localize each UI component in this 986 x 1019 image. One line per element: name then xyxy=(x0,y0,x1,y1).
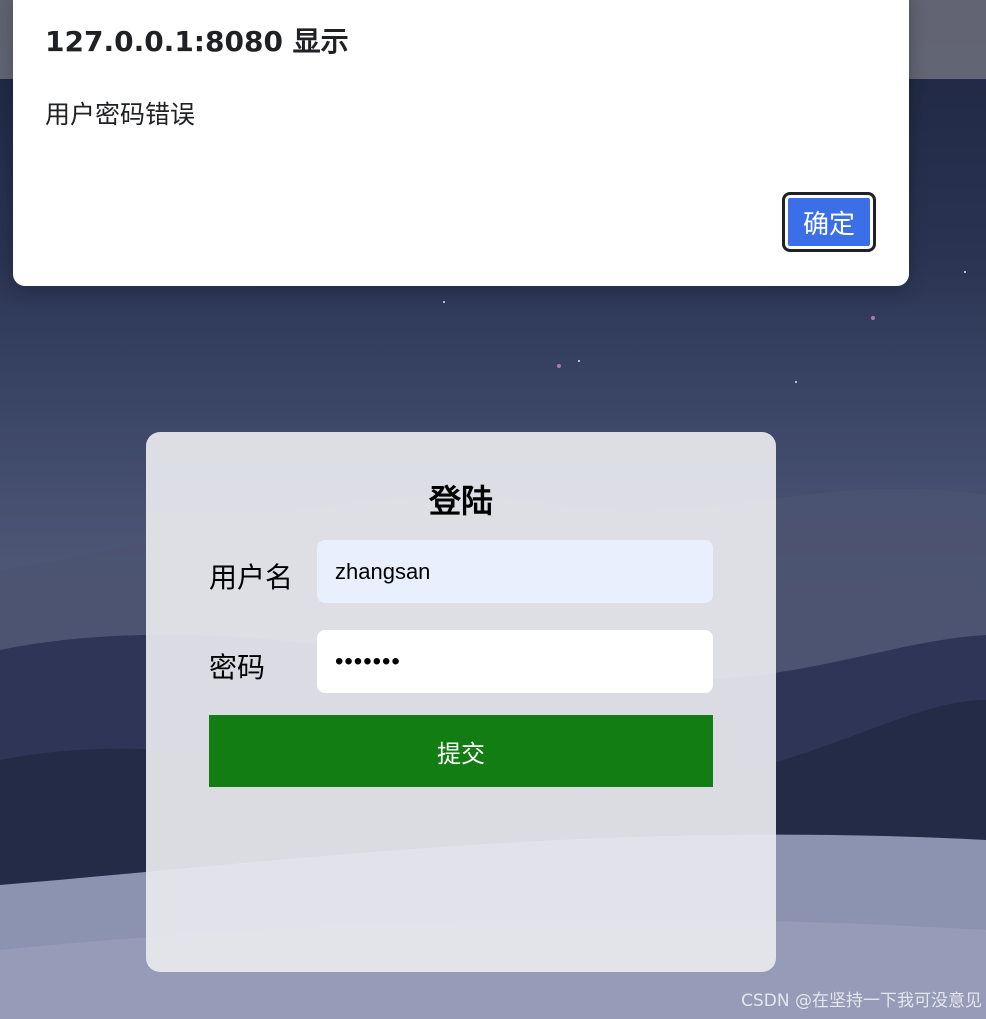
password-label: 密码 xyxy=(209,651,266,684)
star xyxy=(964,271,966,273)
username-label: 用户名 xyxy=(209,561,294,594)
star xyxy=(578,360,580,362)
dialog-message: 用户密码错误 xyxy=(45,100,196,129)
star xyxy=(795,381,797,383)
dialog-title: 127.0.0.1:8080 显示 xyxy=(45,25,349,58)
star xyxy=(443,301,445,303)
dialog-ok-label: 确定 xyxy=(788,198,870,246)
submit-button[interactable]: 提交 xyxy=(209,715,713,787)
username-input[interactable] xyxy=(317,540,713,603)
star xyxy=(871,316,875,320)
login-title: 登陆 xyxy=(428,482,493,520)
star xyxy=(557,364,561,368)
login-form: 登陆 用户名 密码 提交 xyxy=(146,432,776,972)
page-background: 登陆 用户名 密码 提交 127.0.0.1:8080 显示 用户密码错误 确定… xyxy=(0,0,986,1019)
password-input[interactable] xyxy=(317,630,713,693)
watermark: CSDN @在坚持一下我可没意见 xyxy=(741,991,982,1011)
alert-dialog: 127.0.0.1:8080 显示 用户密码错误 确定 xyxy=(13,0,909,286)
dialog-ok-button[interactable]: 确定 xyxy=(782,192,876,252)
